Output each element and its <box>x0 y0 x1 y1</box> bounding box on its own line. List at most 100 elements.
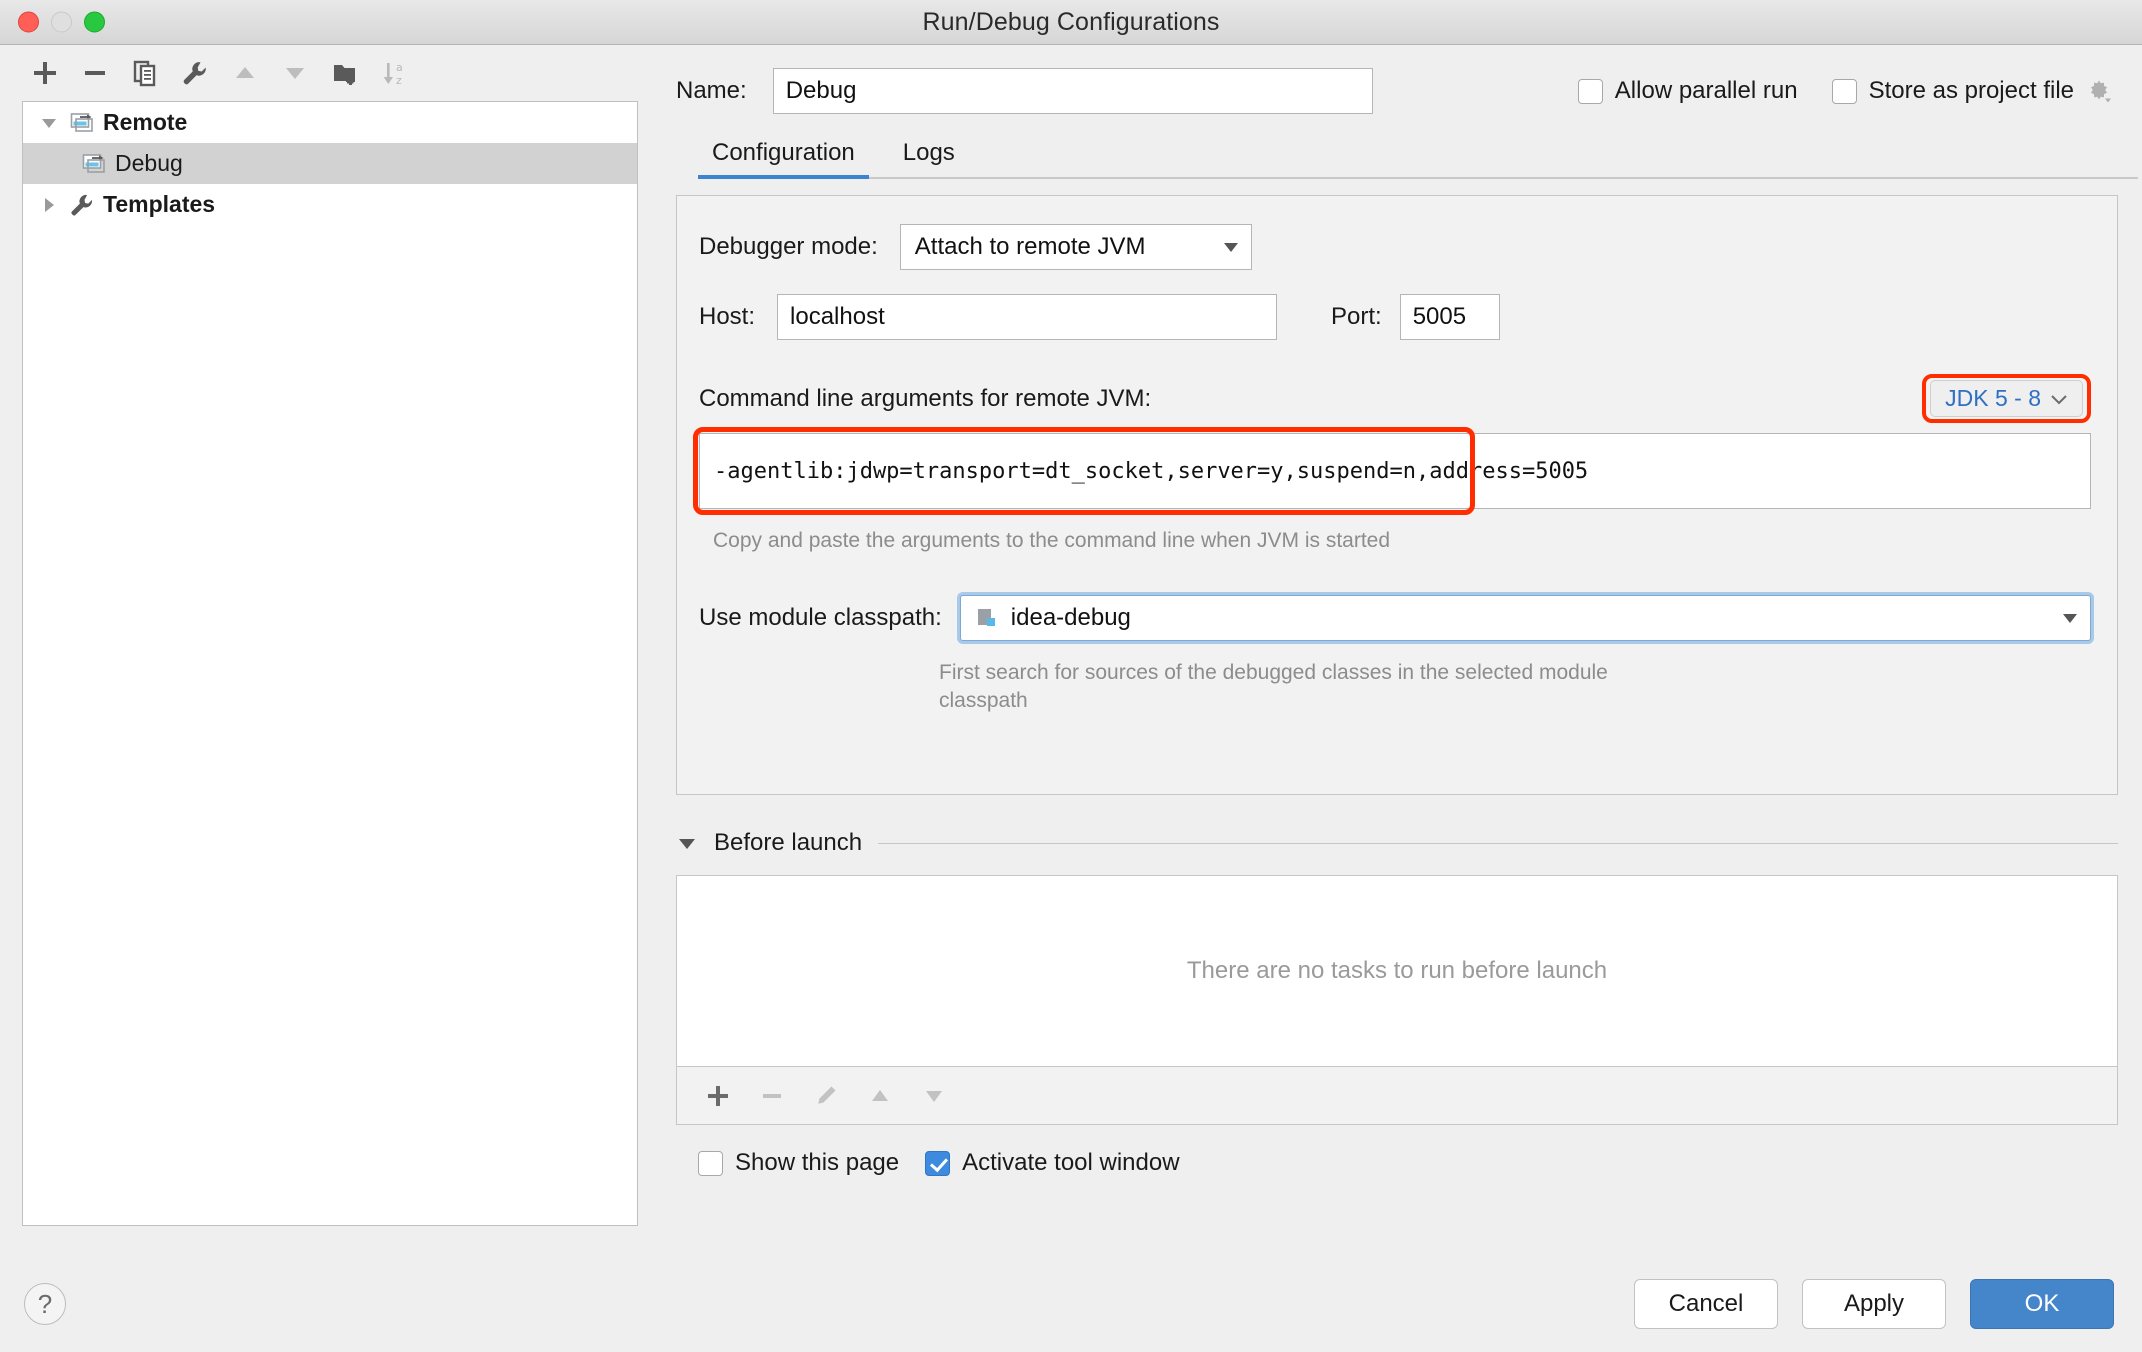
expand-triangle-templates[interactable] <box>39 195 69 215</box>
window-titlebar: Run/Debug Configurations <box>0 0 2142 45</box>
move-up-button[interactable] <box>222 52 268 94</box>
configurations-pane: a z <box>0 45 662 1256</box>
task-move-down-button[interactable] <box>913 1076 955 1116</box>
traffic-lights <box>18 12 105 33</box>
allow-parallel-run-checkbox[interactable]: Allow parallel run <box>1578 77 1798 105</box>
footer-buttons: Cancel Apply OK <box>1634 1279 2114 1329</box>
wrench-icon <box>69 192 103 218</box>
chevron-down-icon <box>1203 233 1241 261</box>
debugger-mode-value: Attach to remote JVM <box>915 233 1146 261</box>
name-row: Name: Allow parallel run Store as projec… <box>676 45 2118 127</box>
module-classpath-combobox[interactable]: idea-debug <box>960 595 2091 641</box>
host-input[interactable]: localhost <box>777 294 1277 340</box>
sort-alphabetically-button[interactable]: a z <box>372 52 418 94</box>
edit-task-button[interactable] <box>805 1076 847 1116</box>
debugger-mode-combobox[interactable]: Attach to remote JVM <box>900 224 1252 270</box>
before-launch-header[interactable]: Before launch <box>676 829 2118 857</box>
wrench-icon <box>181 59 209 87</box>
arrow-up-icon <box>867 1083 893 1109</box>
run-debug-configurations-dialog: Run/Debug Configurations <box>0 0 2142 1352</box>
activate-tool-window-checkbox[interactable]: Activate tool window <box>925 1149 1179 1177</box>
jdk-version-selector[interactable]: JDK 5 - 8 <box>1930 380 2083 417</box>
close-window-button[interactable] <box>18 12 39 33</box>
minus-icon <box>81 59 109 87</box>
allow-parallel-run-box[interactable] <box>1578 79 1603 104</box>
add-task-button[interactable] <box>697 1076 739 1116</box>
activate-tool-window-box[interactable] <box>925 1151 950 1176</box>
question-mark-icon: ? <box>38 1289 52 1320</box>
configuration-panel: Debugger mode: Attach to remote JVM Host… <box>676 195 2118 795</box>
new-folder-button[interactable] <box>322 52 368 94</box>
host-label: Host: <box>699 303 755 331</box>
tab-configuration[interactable]: Configuration <box>698 139 869 179</box>
cancel-button[interactable]: Cancel <box>1634 1279 1778 1329</box>
store-as-project-file-checkbox[interactable]: Store as project file <box>1832 77 2112 105</box>
move-down-button[interactable] <box>272 52 318 94</box>
expand-triangle-remote[interactable] <box>39 113 69 133</box>
copy-icon <box>131 59 159 87</box>
chevron-down-icon <box>2042 604 2080 632</box>
before-launch-toolbar <box>676 1067 2118 1125</box>
tree-node-templates[interactable]: Templates <box>23 184 637 225</box>
jdk-selector-highlight: JDK 5 - 8 <box>1922 374 2091 423</box>
activate-tool-window-label: Activate tool window <box>962 1149 1179 1177</box>
module-classpath-value: idea-debug <box>1011 604 1131 632</box>
ok-button[interactable]: OK <box>1970 1279 2114 1329</box>
command-line-arguments-field[interactable]: -agentlib:jdwp=transport=dt_socket,serve… <box>699 433 2091 509</box>
configurations-tree[interactable]: Remote Debug <box>22 101 638 1226</box>
zoom-window-button[interactable] <box>84 12 105 33</box>
header-options: Allow parallel run Store as project file <box>1578 77 2118 105</box>
port-input[interactable]: 5005 <box>1400 294 1500 340</box>
module-classpath-hint: First search for sources of the debugged… <box>939 659 1639 716</box>
store-as-project-file-box[interactable] <box>1832 79 1857 104</box>
name-input[interactable] <box>773 68 1373 114</box>
before-launch-empty-text: There are no tasks to run before launch <box>1187 957 1607 985</box>
port-label: Port: <box>1331 303 1382 331</box>
help-button[interactable]: ? <box>24 1283 66 1325</box>
arrow-up-icon <box>231 59 259 87</box>
module-classpath-label: Use module classpath: <box>699 604 942 632</box>
chevron-down-icon <box>39 113 59 133</box>
tree-node-remote[interactable]: Remote <box>23 102 637 143</box>
host-port-row: Host: localhost Port: 5005 <box>699 294 2091 340</box>
configuration-editor-pane: Name: Allow parallel run Store as projec… <box>662 45 2142 1256</box>
task-move-up-button[interactable] <box>859 1076 901 1116</box>
module-icon <box>975 606 999 630</box>
minimize-window-button[interactable] <box>51 12 72 33</box>
remove-configuration-button[interactable] <box>72 52 118 94</box>
tree-node-label: Remote <box>103 109 187 136</box>
apply-button[interactable]: Apply <box>1802 1279 1946 1329</box>
debugger-mode-label: Debugger mode: <box>699 233 878 261</box>
debugger-mode-row: Debugger mode: Attach to remote JVM <box>699 224 2091 270</box>
chevron-down-icon <box>2050 393 2068 405</box>
show-this-page-checkbox[interactable]: Show this page <box>698 1149 899 1177</box>
svg-text:z: z <box>396 74 402 87</box>
before-launch-task-list[interactable]: There are no tasks to run before launch <box>676 875 2118 1067</box>
arrow-down-icon <box>281 59 309 87</box>
arrow-down-icon <box>921 1083 947 1109</box>
collapse-triangle-icon[interactable] <box>676 835 698 851</box>
port-value: 5005 <box>1413 303 1466 331</box>
tree-node-debug[interactable]: Debug <box>23 143 637 184</box>
chevron-right-icon <box>39 195 59 215</box>
plus-icon <box>705 1083 731 1109</box>
tab-logs[interactable]: Logs <box>889 139 969 179</box>
pencil-icon <box>813 1083 839 1109</box>
tree-toolbar: a z <box>0 45 662 101</box>
dialog-body: a z <box>0 45 2142 1256</box>
editor-tabs: Configuration Logs <box>698 127 2118 179</box>
remove-task-button[interactable] <box>751 1076 793 1116</box>
edit-templates-button[interactable] <box>172 52 218 94</box>
command-line-hint: Copy and paste the arguments to the comm… <box>713 529 2091 553</box>
gear-icon[interactable] <box>2086 78 2112 104</box>
sort-az-icon: a z <box>381 59 409 87</box>
copy-configuration-button[interactable] <box>122 52 168 94</box>
tree-node-label: Debug <box>115 150 183 177</box>
minus-icon <box>759 1083 785 1109</box>
command-line-label: Command line arguments for remote JVM: <box>699 385 1151 413</box>
add-configuration-button[interactable] <box>22 52 68 94</box>
window-title: Run/Debug Configurations <box>0 8 2142 37</box>
show-this-page-box[interactable] <box>698 1151 723 1176</box>
command-line-arguments-value: -agentlib:jdwp=transport=dt_socket,serve… <box>700 459 1588 484</box>
before-launch-title: Before launch <box>714 829 862 857</box>
